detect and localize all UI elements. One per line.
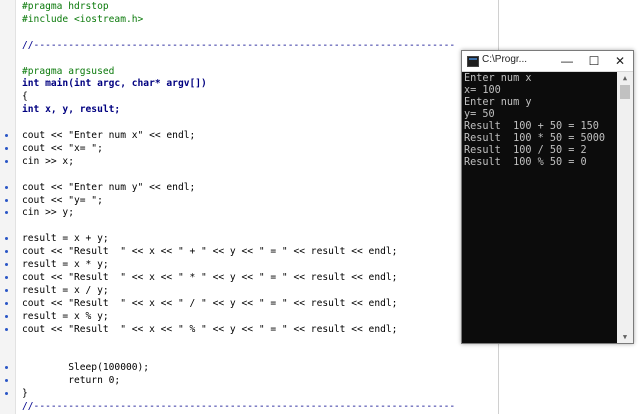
code-line[interactable]: cout << "Result " << x << " + " << y << …	[22, 245, 397, 258]
code-line[interactable]: cout << "y= ";	[22, 194, 103, 207]
code-line[interactable]: cout << "x= ";	[22, 142, 103, 155]
line-marker-icon[interactable]	[5, 185, 8, 189]
code-line[interactable]: cout << "Result " << x << " * " << y << …	[22, 271, 397, 284]
code-line[interactable]: cin >> x;	[22, 155, 74, 168]
close-button[interactable]: ✕	[607, 51, 633, 71]
line-marker-icon[interactable]	[5, 198, 8, 202]
code-line[interactable]: cout << "Result " << x << " % " << y << …	[22, 323, 397, 336]
console-output-line: y= 50	[464, 109, 495, 120]
code-line[interactable]: int x, y, result;	[22, 103, 120, 116]
code-line[interactable]: result = x / y;	[22, 284, 109, 297]
line-marker-icon[interactable]	[5, 263, 8, 266]
code-line[interactable]: //--------------------------------------…	[22, 39, 455, 52]
console-output-line: Result 100 * 50 = 5000	[464, 133, 606, 144]
line-marker-icon[interactable]	[5, 146, 8, 150]
code-line[interactable]: cout << "Enter num y" << endl;	[22, 181, 195, 194]
console-output-line: Result 100 / 50 = 2	[464, 145, 587, 156]
code-line[interactable]: cout << "Enter num x" << endl;	[22, 129, 195, 142]
console-title: C:\Progr...	[482, 54, 528, 65]
editor-gutter[interactable]	[0, 0, 16, 414]
code-line[interactable]: result = x + y;	[22, 232, 109, 245]
code-line[interactable]: Sleep(100000);	[22, 361, 149, 374]
code-editor[interactable]: #pragma hdrstop #include <iostream.h> //--…	[0, 0, 500, 414]
console-output[interactable]: Enter num x x= 100 Enter num y y= 50 Result …	[462, 72, 617, 343]
maximize-button[interactable]: ☐	[581, 51, 607, 71]
line-marker-icon[interactable]	[5, 392, 8, 395]
code-line[interactable]: //--------------------------------------…	[22, 400, 455, 413]
line-marker-icon[interactable]	[5, 327, 8, 331]
line-marker-icon[interactable]	[5, 314, 8, 318]
code-line[interactable]: int main(int argc, char* argv[])	[22, 77, 207, 90]
scroll-up-arrow-icon[interactable]: ▲	[617, 72, 633, 84]
console-output-line: Enter num x	[464, 73, 532, 84]
console-output-line: Enter num y	[464, 97, 532, 108]
code-line[interactable]: }	[22, 387, 28, 400]
code-line[interactable]: #pragma argsused	[22, 65, 114, 78]
console-window[interactable]: C:\Progr... — ☐ ✕ Enter num x x= 100 Enter…	[461, 50, 634, 344]
code-line[interactable]: #include <iostream.h>	[22, 13, 143, 26]
code-line[interactable]: cin >> y;	[22, 206, 74, 219]
code-line[interactable]: #pragma hdrstop	[22, 0, 109, 13]
line-marker-icon[interactable]	[5, 159, 8, 163]
scrollbar-thumb[interactable]	[620, 85, 630, 99]
line-marker-icon[interactable]	[5, 134, 8, 137]
minimize-button[interactable]: —	[554, 51, 580, 71]
line-marker-icon[interactable]	[5, 301, 8, 305]
console-output-line: x= 100	[464, 85, 501, 96]
console-scrollbar[interactable]: ▲ ▼	[617, 72, 633, 343]
console-output-line: Result 100 % 50 = 0	[464, 157, 587, 168]
console-titlebar[interactable]: C:\Progr... — ☐ ✕	[462, 51, 633, 72]
code-line[interactable]: {	[22, 90, 28, 103]
code-line[interactable]: return 0;	[22, 374, 120, 387]
line-marker-icon[interactable]	[5, 275, 8, 279]
code-line[interactable]: result = x * y;	[22, 258, 109, 271]
scroll-down-arrow-icon[interactable]: ▼	[617, 331, 633, 343]
line-marker-icon[interactable]	[5, 288, 8, 292]
code-line[interactable]: cout << "Result " << x << " / " << y << …	[22, 297, 397, 310]
console-app-icon	[467, 56, 479, 67]
code-line[interactable]: result = x % y;	[22, 310, 109, 323]
console-output-line: Result 100 + 50 = 150	[464, 121, 599, 132]
